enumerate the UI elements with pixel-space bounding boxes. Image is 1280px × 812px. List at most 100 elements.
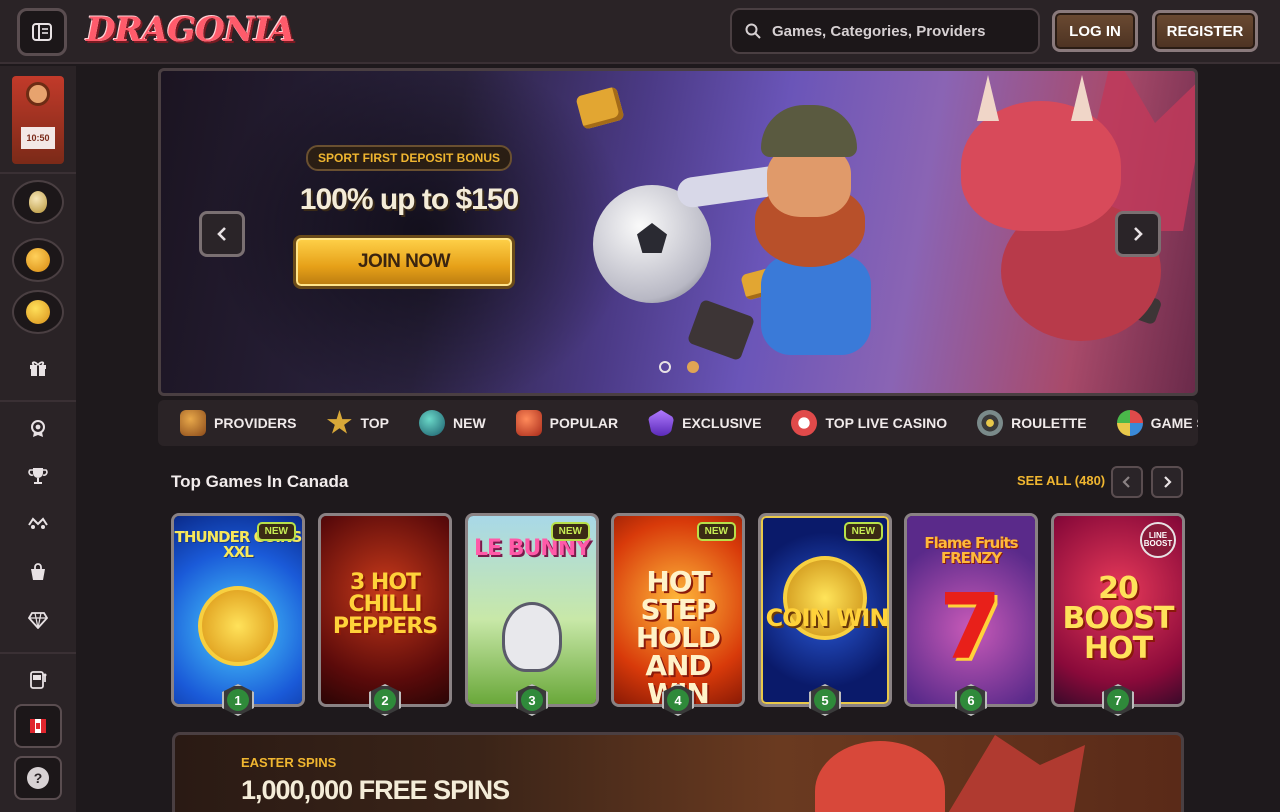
game-title: COIN WIN xyxy=(765,604,889,632)
category-new[interactable]: NEW xyxy=(419,410,486,436)
game-card-20-boost-hot[interactable]: 20 BOOST HOT LINE BOOST 7 xyxy=(1051,513,1185,716)
login-button[interactable]: LOG IN xyxy=(1052,10,1138,52)
site-logo[interactable]: DRAGONIA xyxy=(86,10,295,50)
game-card-thunder-coins[interactable]: THUNDER COINS XXL NEW 1 xyxy=(171,513,305,716)
category-game-show[interactable]: GAME SHOW xyxy=(1116,410,1198,436)
games-prev-button[interactable] xyxy=(1111,466,1143,498)
trophy-icon[interactable] xyxy=(24,462,52,490)
search-bar[interactable] xyxy=(730,8,1040,54)
sidebar-divider xyxy=(0,172,76,174)
promo-character-image xyxy=(26,82,50,106)
canada-flag-icon xyxy=(30,719,46,733)
badge-icon[interactable] xyxy=(24,414,52,442)
game-card-flame-fruits-frenzy[interactable]: Flame Fruits FRENZY 7 6 xyxy=(904,513,1038,716)
category-nav: PROVIDERS TOP NEW POPULAR EXCLUSIVE TOP … xyxy=(158,400,1198,446)
carousel-dot-2-active[interactable] xyxy=(687,361,699,373)
sidebar-divider xyxy=(0,400,76,402)
search-input[interactable] xyxy=(772,22,1022,40)
sidebar-toggle-button[interactable] xyxy=(17,8,67,56)
easter-subtitle: EASTER SPINS xyxy=(241,755,337,770)
easter-spins-banner[interactable]: EASTER SPINS 1,000,000 FREE SPINS xyxy=(172,732,1184,812)
category-label: EXCLUSIVE xyxy=(682,415,762,431)
casino-chip-icon xyxy=(791,410,818,436)
category-label: GAME SHOW xyxy=(1150,415,1198,431)
banner-copy: SPORT FIRST DEPOSIT BONUS 100% up to $15… xyxy=(289,145,529,217)
gem-icon xyxy=(648,410,675,436)
new-badge: NEW xyxy=(843,522,883,541)
banner-next-button[interactable] xyxy=(1115,211,1161,257)
shop-bag-icon[interactable] xyxy=(24,558,52,586)
vip-diamond-icon[interactable] xyxy=(24,606,52,634)
game-title: LE BUNNY xyxy=(473,536,591,561)
sidebar-item-live[interactable] xyxy=(12,290,64,334)
category-top-live-casino[interactable]: TOP LIVE CASINO xyxy=(791,410,947,436)
game-card-le-bunny[interactable]: LE BUNNY NEW 3 xyxy=(465,513,599,716)
country-selector[interactable] xyxy=(14,704,62,748)
lucky-seven-image: 7 xyxy=(939,575,1002,680)
promo-banner-carousel[interactable]: SPORT FIRST DEPOSIT BONUS 100% up to $15… xyxy=(158,68,1198,396)
game-card-coin-win[interactable]: COIN WIN NEW 5 xyxy=(758,513,892,716)
sidebar-divider xyxy=(0,652,76,654)
chevron-left-icon xyxy=(217,227,226,241)
easter-headline: 1,000,000 FREE SPINS xyxy=(241,775,510,805)
help-button[interactable]: ? xyxy=(14,756,62,800)
dwarf-character-image xyxy=(675,105,921,385)
category-label: POPULAR xyxy=(549,415,619,431)
category-label: TOP LIVE CASINO xyxy=(825,415,948,431)
dynamite-icon xyxy=(515,410,542,436)
left-sidebar: 10:50 ? xyxy=(0,66,76,812)
banner-prev-button[interactable] xyxy=(199,211,245,257)
promo-timer: 10:50 xyxy=(21,127,55,149)
gold-nugget-decoration xyxy=(575,86,625,130)
see-all-link[interactable]: SEE ALL (480) xyxy=(1017,473,1105,488)
bonus-badge: SPORT FIRST DEPOSIT BONUS xyxy=(305,145,512,171)
menu-panel-icon xyxy=(32,23,52,41)
game-thumbnail: LE BUNNY xyxy=(468,516,596,704)
game-title: 3 HOT CHILLI PEPPERS xyxy=(332,570,438,639)
category-exclusive[interactable]: EXCLUSIVE xyxy=(648,410,761,436)
gift-icon[interactable] xyxy=(24,354,52,382)
orb-icon xyxy=(419,410,445,436)
section-title: Top Games In Canada xyxy=(171,472,349,491)
wheel-icon xyxy=(1116,410,1143,436)
sidebar-item-sports[interactable] xyxy=(12,238,64,282)
game-thumbnail: COIN WIN xyxy=(761,516,889,704)
category-roulette[interactable]: ROULETTE xyxy=(977,410,1087,436)
sidebar-promo-card[interactable]: 10:50 xyxy=(12,76,64,164)
game-thumbnail: Flame Fruits FRENZY 7 xyxy=(907,516,1035,704)
game-thumbnail: 3 HOT CHILLI PEPPERS xyxy=(321,516,449,704)
games-next-button[interactable] xyxy=(1151,466,1183,498)
register-button[interactable]: REGISTER xyxy=(1152,10,1258,52)
help-icon: ? xyxy=(27,767,49,789)
new-badge: NEW xyxy=(550,522,590,541)
carousel-dot-1[interactable] xyxy=(659,361,671,373)
top-header: DRAGONIA LOG IN REGISTER xyxy=(0,0,1280,64)
chevron-right-icon xyxy=(1164,476,1172,488)
egg-icon xyxy=(29,191,47,213)
bunny-character-image xyxy=(502,602,562,672)
sidebar-item-egg[interactable] xyxy=(12,180,64,224)
category-label: PROVIDERS xyxy=(214,415,297,431)
category-label: NEW xyxy=(453,415,486,431)
game-card-3-hot-chilli-peppers[interactable]: 3 HOT CHILLI PEPPERS 2 xyxy=(318,513,452,716)
category-label: ROULETTE xyxy=(1011,415,1087,431)
chevron-left-icon xyxy=(1122,476,1130,488)
category-providers[interactable]: PROVIDERS xyxy=(180,410,296,436)
star-icon xyxy=(326,410,352,434)
roulette-icon xyxy=(977,410,1004,436)
category-popular[interactable]: POPULAR xyxy=(515,410,619,436)
tournament-icon[interactable] xyxy=(24,510,52,538)
slot-machine-icon[interactable] xyxy=(24,666,52,694)
category-top[interactable]: TOP xyxy=(326,410,389,436)
dragon-wing-image xyxy=(935,735,1085,812)
game-title: Flame Fruits FRENZY xyxy=(924,534,1018,567)
new-badge: NEW xyxy=(256,522,296,541)
game-card-hot-step[interactable]: HOT STEP HOLD AND WIN NEW 4 xyxy=(611,513,745,716)
providers-icon xyxy=(180,410,206,436)
chevron-right-icon xyxy=(1134,227,1143,241)
line-boost-badge: LINE BOOST xyxy=(1140,522,1176,558)
category-label: TOP xyxy=(360,415,389,431)
sports-icon xyxy=(26,248,50,272)
join-now-button[interactable]: JOIN NOW xyxy=(293,235,515,289)
game-title: HOT STEP HOLD AND WIN xyxy=(635,565,721,705)
